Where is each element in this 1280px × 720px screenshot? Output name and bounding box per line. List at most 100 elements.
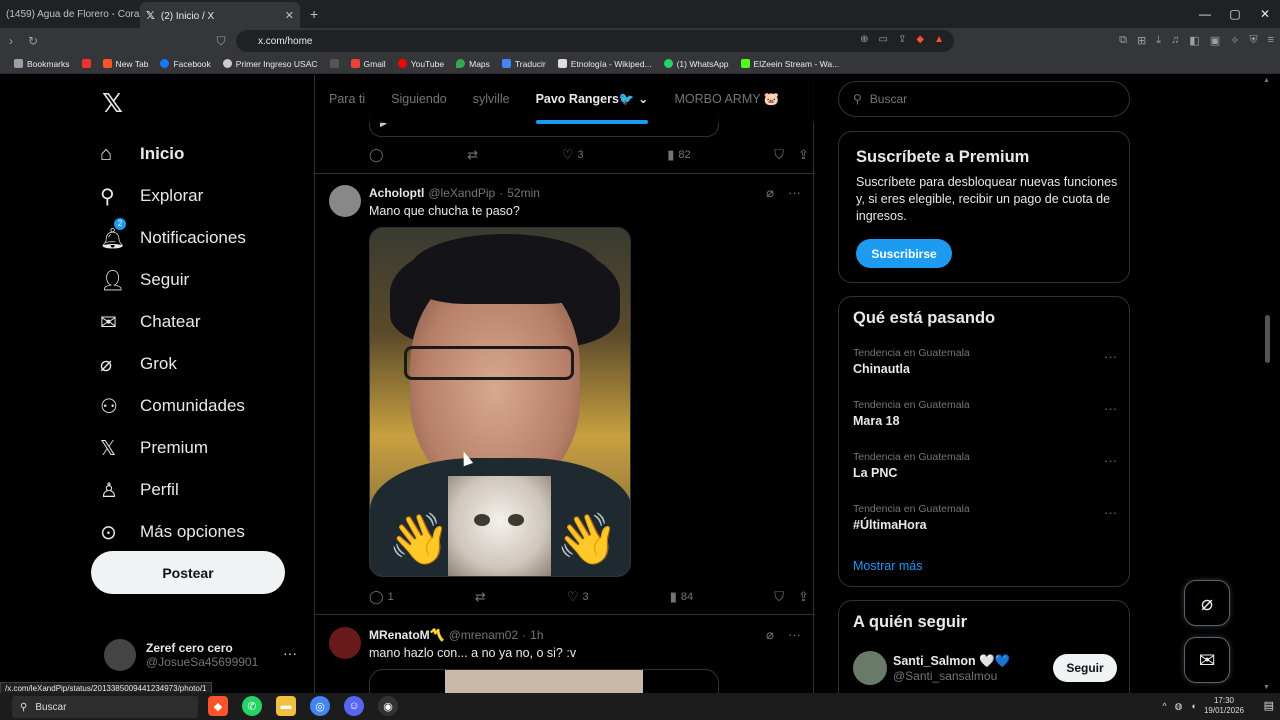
bookmark-item[interactable]: (1) WhatsApp xyxy=(663,59,729,69)
like-button[interactable]: ♡ 3 xyxy=(562,147,584,163)
obs-icon[interactable]: ◉ xyxy=(378,696,398,716)
file-explorer-icon[interactable]: ▬ xyxy=(276,696,296,716)
clock[interactable]: 17:30 19/01/2026 xyxy=(1204,696,1244,716)
brave-shield-icon[interactable]: ◆ xyxy=(916,34,924,45)
avatar[interactable] xyxy=(329,627,361,659)
views-button[interactable]: ▮ 82 xyxy=(667,147,690,163)
search-input[interactable]: ⚲ Buscar xyxy=(838,81,1130,117)
follow-button[interactable]: Seguir xyxy=(1053,654,1117,682)
tweet-photo[interactable]: 👋 👋 xyxy=(369,227,631,577)
bookmark-item[interactable]: Bookmarks xyxy=(14,59,70,69)
close-window-icon[interactable]: ✕ xyxy=(1250,0,1280,28)
trend-item[interactable]: Tendencia en Guatemala #ÚltimaHora ··· xyxy=(853,503,1117,532)
bookmark-item[interactable]: Etnología - Wikiped... xyxy=(557,59,652,69)
retweet-button[interactable]: ⇄ xyxy=(467,147,478,163)
nav-item-grok[interactable]: ⌀ Grok xyxy=(100,343,246,385)
x-logo-icon[interactable]: 𝕏 xyxy=(102,88,123,119)
reply-button[interactable]: ◯ xyxy=(369,147,384,163)
bookmark-item[interactable]: Traducir xyxy=(501,59,546,69)
scroll-up-icon[interactable]: ▲ xyxy=(1263,77,1270,84)
tweet-author-name[interactable]: MRenatoM〽️ xyxy=(369,628,445,642)
bookmark-icon[interactable]: ⛉ xyxy=(774,147,784,163)
nav-item-inicio[interactable]: ⌂ Inicio xyxy=(100,133,246,175)
network-icon[interactable]: ◍ xyxy=(1175,701,1183,712)
bookmark-item[interactable] xyxy=(329,59,339,68)
tweet-time[interactable]: 1h xyxy=(530,628,543,642)
tweet-author-name[interactable]: Acholoptl xyxy=(369,186,424,200)
chrome-icon[interactable]: ◎ xyxy=(310,696,330,716)
tab-search-icon[interactable]: ⊞ xyxy=(1137,34,1146,47)
bookmark-item[interactable]: Maps xyxy=(456,59,490,69)
nav-item-explorar[interactable]: ⚲ Explorar xyxy=(100,175,246,217)
cast-icon[interactable]: ▭ xyxy=(879,34,888,45)
whatsapp-icon[interactable]: ✆ xyxy=(242,696,262,716)
more-icon[interactable]: ··· xyxy=(1104,505,1117,520)
share-icon[interactable]: ⇪ xyxy=(798,147,809,163)
minimize-icon[interactable]: — xyxy=(1190,0,1220,28)
trend-item[interactable]: Tendencia en Guatemala Chinautla ··· xyxy=(853,347,1117,376)
tray-chevron-icon[interactable]: ^ xyxy=(1162,701,1166,711)
taskbar-search[interactable]: ⚲ Buscar xyxy=(12,696,198,718)
nav-item-comunidades[interactable]: ⚇ Comunidades xyxy=(100,385,246,427)
avatar[interactable] xyxy=(329,185,361,217)
download-icon[interactable]: ⤓ xyxy=(1156,34,1161,47)
more-icon[interactable]: ··· xyxy=(788,185,801,201)
browser-tab[interactable]: (1459) Agua de Florero - Corazón Pa xyxy=(0,0,140,28)
bookmark-icon[interactable]: ⛉ xyxy=(774,589,784,605)
bookmark-item[interactable]: New Tab xyxy=(102,59,148,69)
scrollbar[interactable]: ▲ ▼ xyxy=(1256,75,1280,693)
tab-para-ti[interactable]: Para ti xyxy=(329,92,365,106)
like-button[interactable]: ♡ 3 xyxy=(567,589,589,605)
new-tab-icon[interactable]: + xyxy=(310,6,318,22)
more-icon[interactable]: ··· xyxy=(1104,453,1117,468)
scroll-down-icon[interactable]: ▼ xyxy=(1263,684,1270,691)
tweet-author-handle[interactable]: @leXandPip xyxy=(428,186,495,200)
leo-ai-icon[interactable]: ✧ xyxy=(1230,34,1239,47)
grok-icon[interactable]: ⌀ xyxy=(766,185,774,201)
bookmark-page-icon[interactable]: ⛉ xyxy=(210,34,232,49)
tweet[interactable]: MRenatoM〽️ @mrenam02 · 1h ⌀ ··· mano hazl… xyxy=(315,615,815,693)
browser-tab-active[interactable]: 𝕏 (2) Inicio / X ✕ xyxy=(140,2,300,28)
subscribe-button[interactable]: Suscribirse xyxy=(856,239,952,268)
show-more-link[interactable]: Mostrar más xyxy=(853,559,922,573)
grok-icon[interactable]: ⌀ xyxy=(766,627,774,643)
share-icon[interactable]: ⇪ xyxy=(798,589,809,605)
share-icon[interactable]: ⇪ xyxy=(898,34,906,45)
more-icon[interactable]: ··· xyxy=(788,627,801,643)
views-button[interactable]: ▮ 84 xyxy=(670,589,693,605)
nav-item-perfil[interactable]: ♙ Perfil xyxy=(100,469,246,511)
zoom-icon[interactable]: ⊕ xyxy=(860,34,868,45)
more-icon[interactable]: ··· xyxy=(1104,349,1117,364)
tweet-author-handle[interactable]: @mrenam02 xyxy=(449,628,519,642)
scrollbar-thumb[interactable] xyxy=(1265,315,1270,363)
volume-icon[interactable]: ◖ xyxy=(1191,701,1196,711)
retweet-button[interactable]: ⇄ xyxy=(475,589,486,605)
messages-float-icon[interactable]: ✉ xyxy=(1184,637,1230,683)
menu-icon[interactable]: ≡ xyxy=(1268,34,1274,47)
nav-item-chatear[interactable]: ✉ Chatear xyxy=(100,301,246,343)
nav-item-notificaciones[interactable]: 🔔︎ 2 Notificaciones xyxy=(100,217,246,259)
bookmark-item[interactable] xyxy=(81,59,91,68)
nav-item-mas-opciones[interactable]: ⊙ Más opciones xyxy=(100,511,246,553)
nav-item-premium[interactable]: 𝕏 Premium xyxy=(100,427,246,469)
bookmark-item[interactable]: ElZeein Stream - Wa... xyxy=(740,59,839,69)
tab-morbo-army[interactable]: MORBO ARMY 🐷 xyxy=(674,92,779,107)
account-switcher[interactable]: Zeref cero cero @JosueSa45699901 xyxy=(104,639,258,671)
tab-siguiendo[interactable]: Siguiendo xyxy=(391,92,447,106)
reply-button[interactable]: ◯ 1 xyxy=(369,589,394,605)
tab-sylville[interactable]: sylville xyxy=(473,92,510,106)
more-icon[interactable]: ··· xyxy=(1104,401,1117,416)
post-button[interactable]: Postear xyxy=(91,551,285,594)
tweet-photo[interactable] xyxy=(369,669,719,693)
follow-suggestion[interactable]: Santi_Salmon 🤍💙 @Santi_sansalmou Seguir xyxy=(853,651,1117,685)
close-tab-icon[interactable]: ✕ xyxy=(285,9,294,22)
extensions-icon[interactable]: ⧉ xyxy=(1119,34,1127,47)
url-field[interactable]: x.com/home ⊕ ▭ ⇪ ◆ ▲ xyxy=(236,30,954,52)
sidebar-toggle-icon[interactable]: ◧ xyxy=(1189,34,1199,47)
bookmark-item[interactable]: Facebook xyxy=(160,59,211,69)
nav-item-seguir[interactable]: 👤︎ Seguir xyxy=(100,259,246,301)
tweet-time[interactable]: 52min xyxy=(507,186,540,200)
grok-float-icon[interactable]: ⌀ xyxy=(1184,580,1230,626)
bookmark-item[interactable]: YouTube xyxy=(397,59,444,69)
bookmark-item[interactable]: Gmail xyxy=(350,59,386,69)
